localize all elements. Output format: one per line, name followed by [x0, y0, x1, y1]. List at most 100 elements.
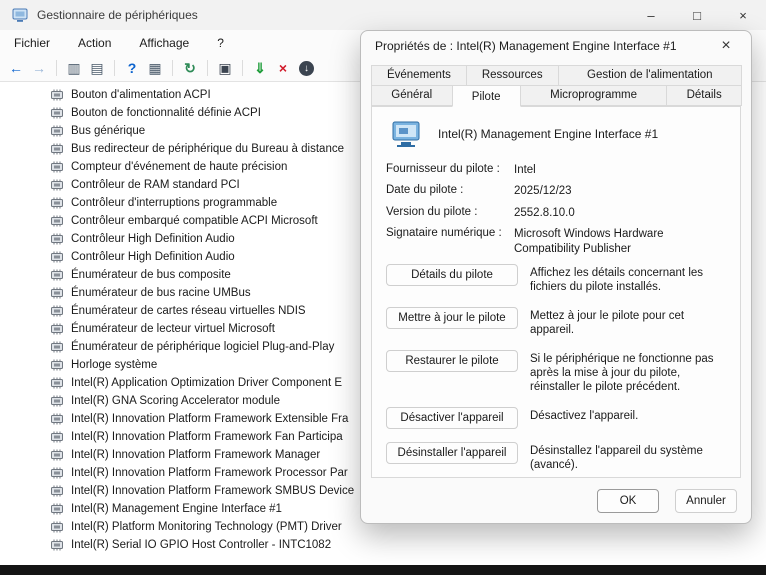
driver-actions: Détails du piloteAffichez les détails co… — [386, 264, 726, 472]
field-value: 2552.8.10.0 — [514, 206, 726, 220]
device-chip-icon — [50, 125, 64, 137]
device-chip-icon — [50, 197, 64, 209]
dialog-title-bar: Propriétés de : Intel(R) Management Engi… — [361, 31, 751, 61]
tree-item-label: Bus redirecteur de périphérique du Burea… — [71, 143, 344, 155]
tree-item-label: Bouton de fonctionnalité définie ACPI — [71, 107, 261, 119]
uninstall-device-icon[interactable]: × — [273, 58, 293, 78]
forward-icon[interactable]: → — [29, 58, 49, 78]
disable-device-icon[interactable]: ↓ — [299, 61, 314, 76]
tree-item-label: Intel(R) Innovation Platform Framework E… — [71, 413, 348, 425]
tree-item-label: Intel(R) Innovation Platform Framework M… — [71, 449, 320, 461]
tree-item-label: Contrôleur de RAM standard PCI — [71, 179, 240, 191]
desactiver-l-appareil-button[interactable]: Désactiver l'appareil — [386, 407, 518, 429]
tab-gestion-de-l-alimentation[interactable]: Gestion de l'alimentation — [558, 65, 742, 86]
field-row: Signataire numérique :Microsoft Windows … — [386, 227, 726, 256]
scan-hardware-changes-icon[interactable]: ↻ — [180, 58, 200, 78]
mettre-a-jour-le-pilote-button[interactable]: Mettre à jour le pilote — [386, 307, 518, 329]
dialog-close-icon[interactable]: × — [707, 34, 745, 58]
restaurer-le-pilote-button[interactable]: Restaurer le pilote — [386, 350, 518, 372]
action-description: Désactivez l'appareil. — [530, 407, 726, 423]
device-chip-icon — [50, 251, 64, 263]
ok-button[interactable]: OK — [597, 489, 659, 513]
device-header: Intel(R) Management Engine Interface #1 — [388, 119, 726, 149]
tree-item-label: Énumérateur de bus composite — [71, 269, 231, 281]
desinstaller-l-appareil-button[interactable]: Désinstaller l'appareil — [386, 442, 518, 464]
device-chip-icon — [50, 413, 64, 425]
maximize-button[interactable]: □ — [674, 0, 720, 30]
tab-microprogramme[interactable]: Microprogramme — [520, 85, 667, 106]
tab-details[interactable]: Détails — [666, 85, 742, 106]
field-row: Version du pilote :2552.8.10.0 — [386, 206, 726, 220]
menu-help[interactable]: ? — [215, 34, 226, 52]
dialog-footer: OK Annuler — [597, 489, 737, 513]
device-chip-icon — [50, 359, 64, 371]
field-row: Date du pilote :2025/12/23 — [386, 184, 726, 198]
close-button[interactable]: × — [720, 0, 766, 30]
cancel-button[interactable]: Annuler — [675, 489, 737, 513]
device-chip-icon — [50, 323, 64, 335]
tab-pilote[interactable]: Pilote — [452, 85, 521, 107]
title-bar: Gestionnaire de périphériques –□× — [0, 0, 766, 30]
action-row: Mettre à jour le piloteMettez à jour le … — [386, 307, 726, 337]
update-driver-icon[interactable]: ⇓ — [250, 58, 270, 78]
field-value: Microsoft Windows Hardware Compatibility… — [514, 227, 726, 256]
tab-strip: ÉvénementsRessourcesGestion de l'aliment… — [361, 61, 751, 107]
action-description: Si le périphérique ne fonctionne pas apr… — [530, 350, 726, 394]
device-chip-icon — [50, 143, 64, 155]
device-chip-icon — [50, 89, 64, 101]
field-value: 2025/12/23 — [514, 184, 726, 198]
tab-general[interactable]: Général — [371, 85, 453, 106]
back-icon[interactable]: ← — [6, 58, 26, 78]
export-list-icon[interactable]: ▦ — [145, 58, 165, 78]
minimize-button[interactable]: – — [628, 0, 674, 30]
device-name: Intel(R) Management Engine Interface #1 — [438, 127, 658, 141]
details-du-pilote-button[interactable]: Détails du pilote — [386, 264, 518, 286]
device-chip-icon — [50, 539, 64, 551]
help-icon[interactable]: ? — [122, 58, 142, 78]
tab-evenements[interactable]: Événements — [371, 65, 467, 86]
action-row: Désactiver l'appareil Désactivez l'appare… — [386, 407, 726, 429]
tree-item-label: Intel(R) Application Optimization Driver… — [71, 377, 342, 389]
tab-ressources[interactable]: Ressources — [466, 65, 559, 86]
device-chip-icon — [50, 269, 64, 281]
tree-item-label: Bus générique — [71, 125, 145, 137]
device-chip-icon — [50, 467, 64, 479]
device-chip-icon — [50, 287, 64, 299]
tree-item-label: Énumérateur de lecteur virtuel Microsoft — [71, 323, 275, 335]
device-chip-icon — [50, 341, 64, 353]
device-chip-icon — [50, 377, 64, 389]
device-chip-icon — [50, 431, 64, 443]
tree-item-label: Contrôleur embarqué compatible ACPI Micr… — [71, 215, 318, 227]
show-console-tree-icon[interactable]: ▥ — [64, 58, 84, 78]
toolbar-separator — [56, 60, 57, 76]
tree-item-label: Intel(R) Innovation Platform Framework S… — [71, 485, 354, 497]
menu-action[interactable]: Action — [76, 34, 113, 52]
field-label: Signataire numérique : — [386, 227, 514, 256]
field-label: Date du pilote : — [386, 184, 514, 198]
device-chip-icon — [50, 107, 64, 119]
toolbar-separator — [172, 60, 173, 76]
screen: Gestionnaire de périphériques –□× Fichie… — [0, 0, 766, 575]
window-title: Gestionnaire de périphériques — [37, 8, 198, 22]
device-chip-icon — [50, 215, 64, 227]
tree-item-label: Intel(R) Platform Monitoring Technology … — [71, 521, 342, 533]
menu-fichier[interactable]: Fichier — [12, 34, 52, 52]
field-label: Version du pilote : — [386, 206, 514, 220]
computer-icon[interactable]: ▣ — [215, 58, 235, 78]
driver-fields: Fournisseur du pilote :IntelDate du pilo… — [386, 163, 726, 256]
tree-item-label: Intel(R) GNA Scoring Accelerator module — [71, 395, 280, 407]
device-chip-icon — [50, 233, 64, 245]
toolbar-separator — [114, 60, 115, 76]
device-icon — [388, 119, 426, 149]
field-label: Fournisseur du pilote : — [386, 163, 514, 177]
device-chip-icon — [50, 395, 64, 407]
tree-item[interactable]: Intel(R) Serial IO GPIO Host Controller … — [0, 536, 766, 554]
menu-affichage[interactable]: Affichage — [137, 34, 191, 52]
action-description: Désinstallez l'appareil du système (avan… — [530, 442, 726, 472]
tree-item-label: Horloge système — [71, 359, 157, 371]
device-chip-icon — [50, 305, 64, 317]
properties-icon[interactable]: ▤ — [87, 58, 107, 78]
tree-item-label: Contrôleur High Definition Audio — [71, 251, 235, 263]
device-chip-icon — [50, 485, 64, 497]
device-chip-icon — [50, 503, 64, 515]
